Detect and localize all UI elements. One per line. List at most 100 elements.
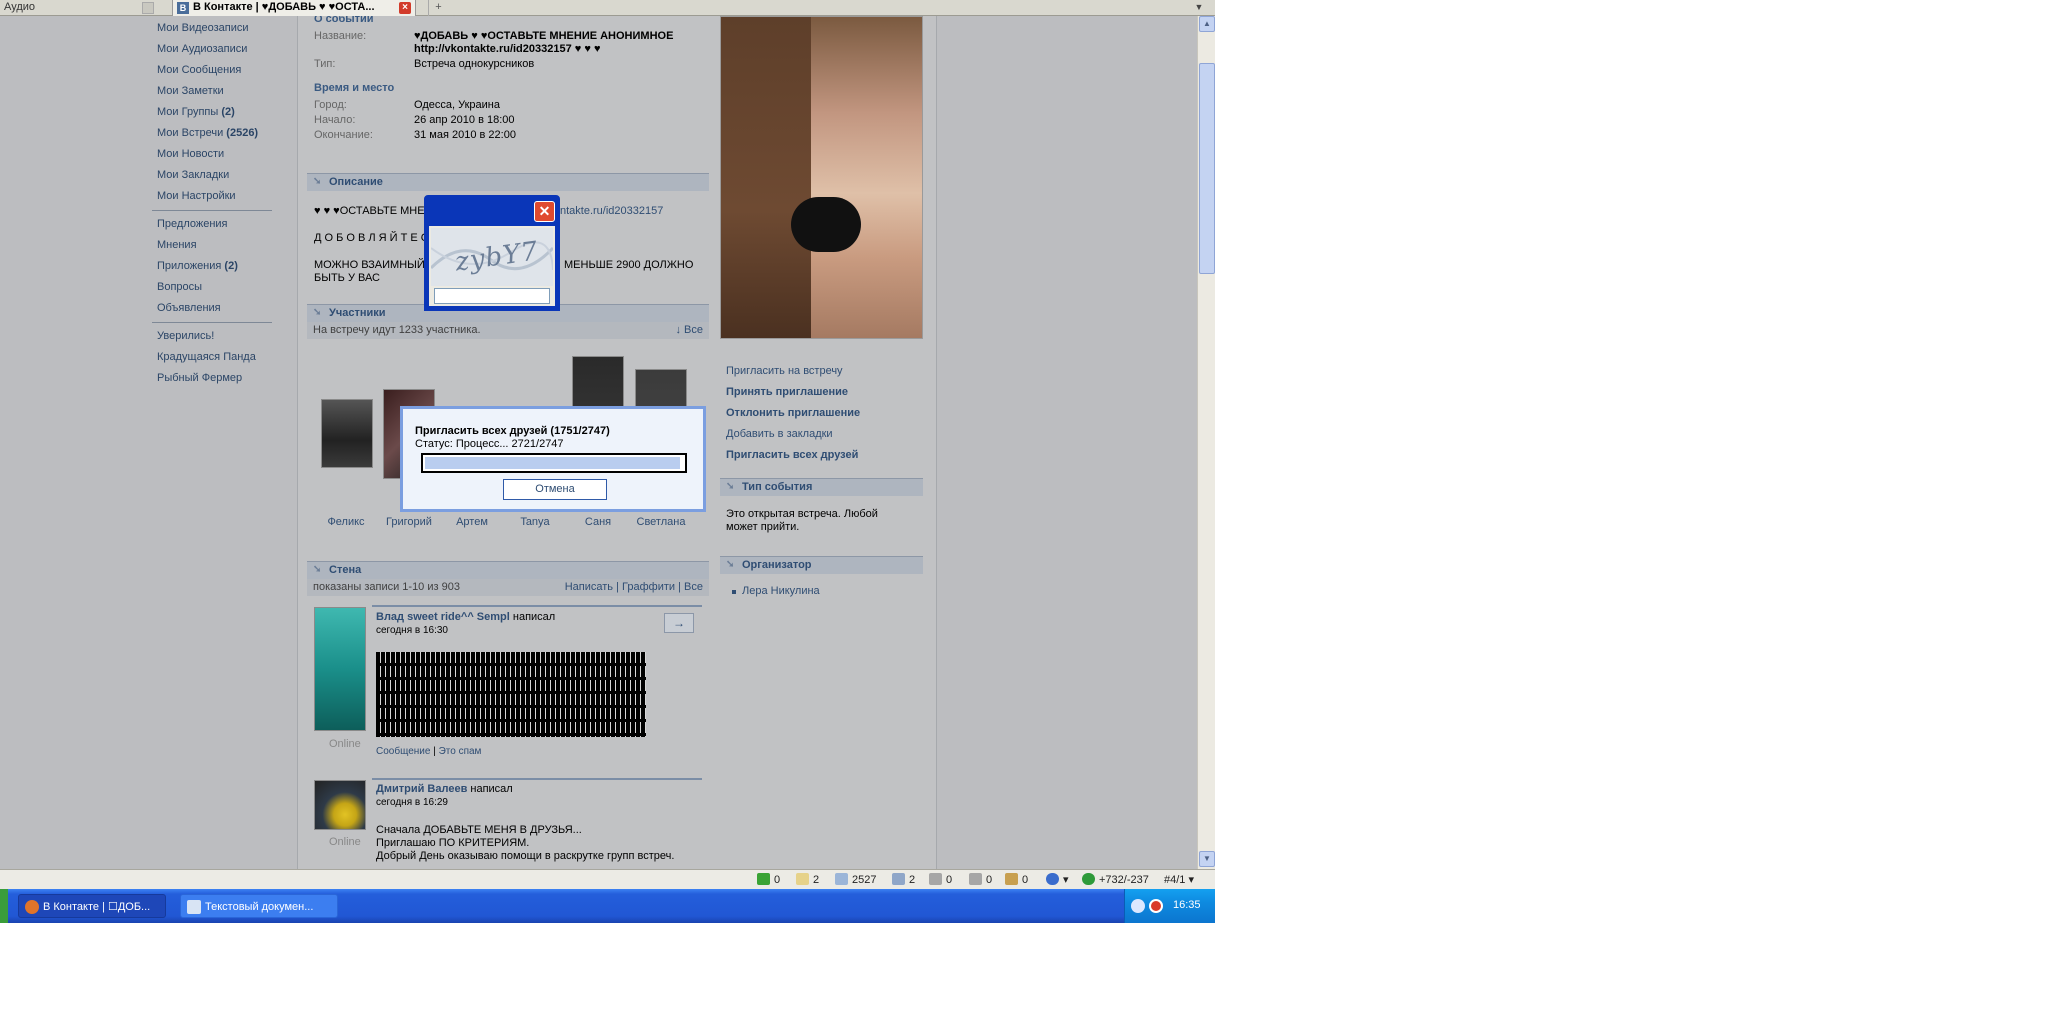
add-bookmark-link[interactable]: Добавить в закладки [726,428,833,440]
member-name[interactable]: Феликс [316,516,376,528]
browser-tab-bar: Аудио В В Контакте | ♥ДОБАВЬ ♥ ♥ОСТА... … [0,0,1215,16]
organizer-name-link[interactable]: Лера Никулина [742,585,820,597]
cancel-button[interactable]: Отмена [503,479,607,500]
post-text-line: Сначала ДОБАВЬТЕ МЕНЯ В ДРУЗЬЯ... [376,824,582,836]
home-icon [835,873,848,885]
page-content: Мои Видеозаписи Мои Аудиозаписи Мои Сооб… [0,16,1197,869]
event-type-text: может прийти. [726,521,800,533]
status-friends[interactable]: 0 [757,873,780,887]
post-author-name[interactable]: Дмитрий Валеев [376,783,467,795]
vertical-scrollbar[interactable]: ▲ ▼ [1197,16,1215,869]
system-tray: 16:35 [1124,889,1215,923]
tab-list-arrow-icon[interactable]: ▼ [1192,0,1206,16]
tab-close-icon[interactable]: × [399,2,411,14]
captcha-image: zybY7 [431,228,553,286]
nav-my-news[interactable]: Мои Новости [157,148,224,160]
description-line4: БЫТЬ У ВАС [314,272,381,284]
member-name[interactable]: Григорий [379,516,439,528]
tab-vkontakte[interactable]: В В Контакте | ♥ДОБАВЬ ♥ ♥ОСТА... × [172,0,416,16]
start-button[interactable] [0,889,8,923]
invite-all-friends-link[interactable]: Пригласить всех друзей [726,449,858,461]
nav-ads[interactable]: Объявления [157,302,221,314]
wall-write-link[interactable]: Написать [565,581,613,593]
start-value: 26 апр 2010 в 18:00 [414,114,515,126]
nav-offers[interactable]: Предложения [157,218,228,230]
status-photos[interactable]: 2 [796,873,819,887]
nav-my-messages[interactable]: Мои Сообщения [157,64,241,76]
status-gifts[interactable]: 0 [1005,873,1028,887]
description-link[interactable]: ntakte.ru/id20332157 [560,205,663,217]
photo-icon [796,873,809,885]
post-arrow-button[interactable]: → [664,613,694,633]
wall-subheader: показаны записи 1-10 из 903 Написать | Г… [307,579,709,596]
nav-my-audio[interactable]: Мои Аудиозаписи [157,43,247,55]
decline-invitation-link[interactable]: Отклонить приглашение [726,407,860,419]
post-divider [372,605,702,607]
description-line2: Д О Б О В Л Я Й Т Е С [314,232,429,244]
member-name[interactable]: Артем [442,516,502,528]
status-meetings[interactable]: 2527 [835,873,876,887]
tray-arrow-icon[interactable] [1131,899,1145,913]
captcha-input[interactable] [434,288,550,304]
invite-to-meeting-link[interactable]: Пригласить на встречу [726,365,843,377]
new-tab-button[interactable]: + [428,0,448,16]
users-icon [892,873,905,885]
tab-audio[interactable]: Аудио [0,0,160,16]
post-author-line: Дмитрий Валеев написал [376,783,513,795]
close-icon[interactable]: ✕ [534,201,555,222]
wall-all-link[interactable]: Все [684,581,703,593]
status-notes[interactable]: 0 [969,873,992,887]
member-name[interactable]: Tanya [505,516,565,528]
nav-applications[interactable]: Приложения (2) [157,260,238,272]
wall-graffiti-link[interactable]: Граффити [622,581,675,593]
progress-bar [421,453,687,473]
plus-icon [757,873,770,885]
nav-opinions[interactable]: Мнения [157,239,197,251]
post-author-name[interactable]: Влад sweet ride^^ Sempl [376,611,510,623]
post-actions: Сообщение | Это спам [376,746,482,757]
nav-divider [152,210,272,211]
nav-my-settings[interactable]: Мои Настройки [157,190,236,202]
event-photo[interactable] [720,16,923,339]
bullet-icon [732,590,736,594]
nav-my-bookmarks[interactable]: Мои Закладки [157,169,229,181]
taskbar-button-notepad[interactable]: Текстовый докумен... [180,894,338,918]
member-name[interactable]: Светлана [631,516,691,528]
member-photo[interactable] [321,399,373,468]
organizer-section-header: ➘ Организатор [720,556,923,574]
tab-close-icon[interactable] [142,2,154,14]
nav-my-groups[interactable]: Мои Группы (2) [157,106,235,118]
accept-invitation-link[interactable]: Принять приглашение [726,386,848,398]
post-message-link[interactable]: Сообщение [376,746,430,757]
invite-friends-dialog: Пригласить всех друзей (1751/2747) Стату… [400,406,706,512]
status-groups[interactable]: 2 [892,873,915,887]
members-all-link[interactable]: ↓ Все [675,322,703,338]
member-name[interactable]: Саня [568,516,628,528]
post-author-avatar[interactable] [314,780,366,830]
scroll-up-icon[interactable]: ▲ [1199,16,1215,32]
wall-section-header: ➘ Стена [307,561,709,579]
post-spam-link[interactable]: Это спам [439,746,482,757]
status-rank[interactable]: #4/1 ▾ [1164,873,1194,887]
scroll-thumb[interactable] [1199,63,1215,274]
nav-app-panda[interactable]: Крадущаяся Панда [157,351,256,363]
status-play[interactable]: ▾ [1046,873,1069,887]
taskbar-button-firefox[interactable]: В Контакте | ☐ДОБ... [18,894,166,918]
about-header: О событии [314,16,374,25]
scroll-down-icon[interactable]: ▼ [1199,851,1215,867]
nav-app-fisher[interactable]: Рыбный Фермер [157,372,242,384]
dialog-title: Пригласить всех друзей (1751/2747) [415,425,610,437]
clock[interactable]: 16:35 [1173,899,1201,911]
status-videos[interactable]: 0 [929,873,952,887]
nav-my-meetings[interactable]: Мои Встречи (2526) [157,127,258,139]
nav-my-notes[interactable]: Мои Заметки [157,85,224,97]
antivirus-icon[interactable] [1149,899,1163,913]
nav-my-videos[interactable]: Мои Видеозаписи [157,22,249,34]
nav-app-uverilis[interactable]: Уверились! [157,330,214,342]
status-score[interactable]: +732/-237 [1082,873,1149,887]
city-value: Одесса, Украина [414,99,500,111]
video-icon [929,873,942,885]
nav-questions[interactable]: Вопросы [157,281,202,293]
description-line3-right: МЕНЬШЕ 2900 ДОЛЖНО [564,259,694,271]
post-author-avatar[interactable] [314,607,366,731]
